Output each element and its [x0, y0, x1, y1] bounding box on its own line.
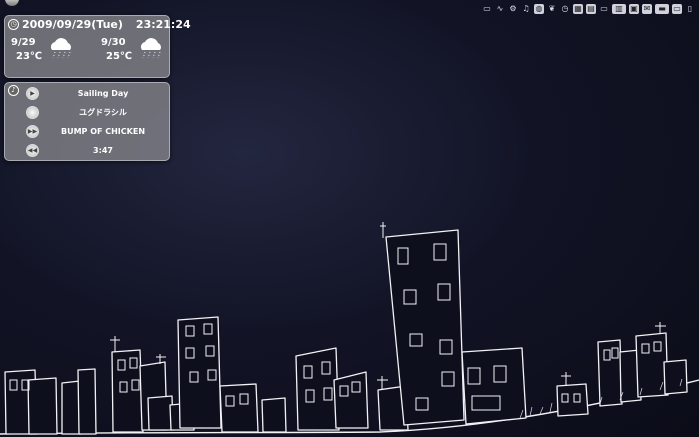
track-title-row: ▶ Sailing Day [5, 86, 169, 103]
forecast-day: 9/30 25℃ [101, 37, 181, 75]
clock-date: 2009/09/29(Tue) [22, 17, 123, 31]
track-duration-row: ◀◀ 3:47 [5, 143, 169, 160]
track-title: Sailing Day [77, 89, 129, 98]
clock-icon[interactable]: ◷ [560, 4, 570, 14]
weather-clock-widget: ◷ 2009/09/29(Tue) 23:21:24 9/29 23℃ 9/30… [4, 15, 191, 78]
track-artist: BUMP OF CHICKEN [60, 127, 146, 136]
document-icon[interactable]: ▤ [586, 4, 596, 14]
forecast-date: 9/30 [101, 37, 126, 48]
clock-widget-icon[interactable]: ◷ [8, 18, 19, 30]
music-player-widget: ♪ ▶ Sailing Day ユグドラシル ▶▶ BUMP OF CHICKE… [4, 82, 170, 161]
system-tray: ▭ ∿ ⚙ ♫ ◍ ❦ ◷ ▦ ▤ ▭ ▥ ▣ ✉ ▬ ▭ ▯ [482, 2, 695, 16]
mail-icon[interactable]: ✉ [642, 4, 652, 14]
music-icon[interactable]: ♫ [521, 4, 531, 14]
forecast-temp: 25℃ [106, 51, 133, 62]
window-icon[interactable]: ▣ [629, 4, 639, 14]
globe-icon[interactable]: ◍ [534, 4, 544, 14]
trash-icon[interactable]: ▯ [685, 4, 695, 14]
folder-icon[interactable]: ▭ [482, 4, 492, 14]
forecast-date: 9/29 [11, 37, 36, 48]
rain-cloud-icon [50, 38, 71, 59]
track-duration: 3:47 [93, 146, 113, 155]
clock-time: 23:21:24 [135, 17, 191, 31]
stop-button[interactable] [26, 106, 39, 119]
play-button[interactable]: ▶ [26, 87, 39, 100]
scanner-icon[interactable]: ▭ [672, 4, 682, 14]
buildings [4, 229, 688, 435]
rain-cloud-icon [140, 38, 161, 59]
activity-icon[interactable]: ∿ [495, 4, 505, 14]
disk-icon[interactable]: ▬ [655, 4, 669, 14]
track-album-row: ユグドラシル [5, 105, 169, 122]
leaf-icon[interactable]: ❦ [547, 4, 557, 14]
next-button[interactable]: ▶▶ [26, 125, 39, 138]
forecast-day: 9/29 23℃ [11, 37, 91, 75]
keyboard-icon[interactable]: ▥ [612, 4, 626, 14]
clock-row: ◷ 2009/09/29(Tue) 23:21:24 [8, 17, 191, 31]
track-album: ユグドラシル [79, 108, 127, 117]
gear-icon[interactable]: ⚙ [508, 4, 518, 14]
previous-button[interactable]: ◀◀ [26, 144, 39, 157]
track-artist-row: ▶▶ BUMP OF CHICKEN [5, 124, 169, 141]
forecast-temp: 23℃ [16, 51, 43, 62]
monitor-icon[interactable]: ▭ [599, 4, 609, 14]
calculator-icon[interactable]: ▦ [573, 4, 583, 14]
